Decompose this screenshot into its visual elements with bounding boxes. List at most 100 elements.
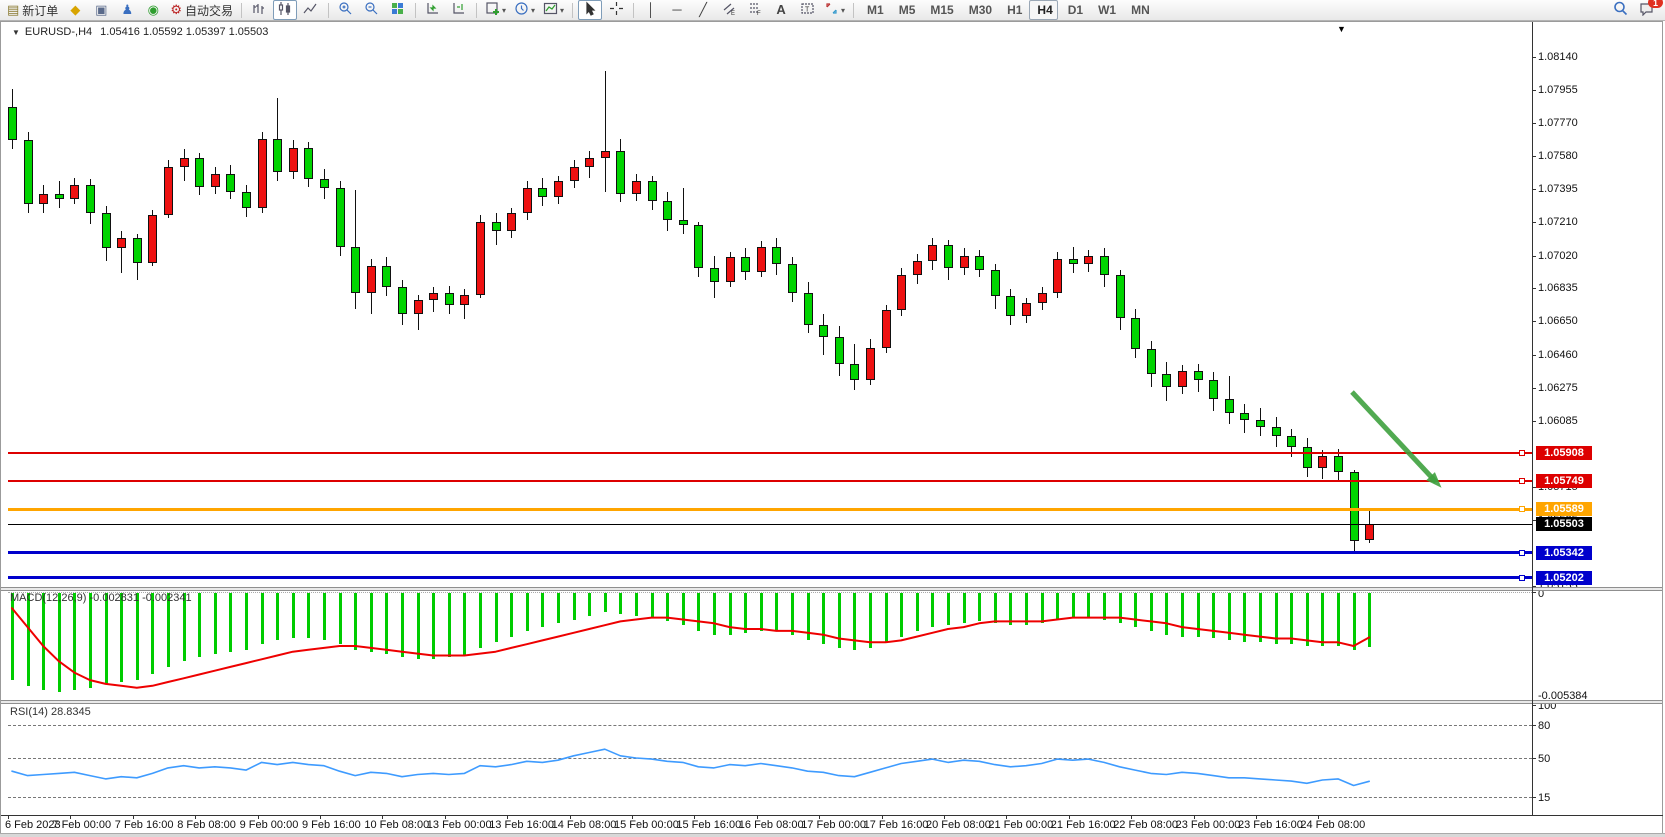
candle — [944, 245, 953, 268]
tf-m15-button[interactable]: M15 — [922, 0, 958, 20]
candle — [460, 295, 469, 306]
new-order-button[interactable]: ▤新订单 — [4, 0, 61, 20]
macd-histogram-bar — [1337, 593, 1340, 646]
tf-h4-button[interactable]: H4 — [1029, 0, 1057, 20]
window-icon: ▣ — [95, 3, 107, 17]
line-chart-button[interactable] — [299, 0, 323, 20]
search-button[interactable] — [1608, 0, 1632, 20]
time-axis-label: 8 Feb 08:00 — [177, 819, 236, 831]
cursor-button[interactable] — [578, 0, 602, 20]
text-button[interactable]: A — [769, 0, 793, 20]
candle-wick — [683, 188, 684, 234]
crosshair-button[interactable] — [604, 0, 628, 20]
candle — [1100, 256, 1109, 275]
tile-windows-button[interactable] — [386, 0, 410, 20]
macd-histogram-bar — [1228, 593, 1231, 640]
chart-ohlc-values: 1.05416 1.05592 1.05397 1.05503 — [100, 26, 268, 38]
tf-m1-button[interactable]: M1 — [859, 0, 889, 20]
notifications-button[interactable]: 1 — [1634, 0, 1658, 20]
macd-histogram-bar — [448, 593, 451, 657]
macd-histogram-bar — [354, 593, 357, 650]
price-line-anchor[interactable] — [1519, 550, 1525, 556]
trendline-icon: ╱ — [699, 3, 707, 17]
candle — [320, 179, 329, 188]
price-line-badge: 1.05908 — [1536, 446, 1592, 460]
price-line-anchor[interactable] — [1519, 450, 1525, 456]
data-window-button[interactable]: ▣ — [89, 0, 113, 20]
auto-scroll-button[interactable] — [421, 0, 445, 20]
macd-histogram-bar — [417, 593, 420, 659]
terminal-button[interactable]: ◉ — [141, 0, 165, 20]
crosshair-icon — [609, 1, 624, 19]
toolbar: ▤新订单◆▣♟◉⚙自动交易▾▾▾│─╱EFAT▾M1M5M15M30H1H4D1… — [0, 0, 1665, 21]
fibonacci-button[interactable]: F — [743, 0, 767, 20]
chart-shift-marker-icon[interactable]: ▼ — [1337, 24, 1346, 34]
tf-w1-button[interactable]: W1 — [1090, 0, 1121, 20]
equidistant-channel-button[interactable]: E — [717, 0, 741, 20]
candlestick-chart-button[interactable] — [273, 0, 297, 20]
tf-m30-button[interactable]: M30 — [961, 0, 997, 20]
template-button[interactable]: ▾ — [540, 0, 567, 20]
period-menu-button[interactable]: ▾ — [511, 0, 538, 20]
candle — [117, 238, 126, 249]
tf-d1-button[interactable]: D1 — [1060, 0, 1088, 20]
new-chart-button[interactable]: ▾ — [482, 0, 509, 20]
time-axis-label: 24 Feb 08:00 — [1300, 819, 1365, 831]
chart-window[interactable] — [0, 21, 1663, 835]
price-line[interactable] — [8, 508, 1533, 511]
macd-histogram-bar — [1165, 593, 1168, 635]
price-line-anchor[interactable] — [1519, 575, 1525, 581]
person-icon: ♟ — [121, 3, 133, 17]
chart-collapse-icon[interactable]: ▼ — [12, 28, 20, 37]
pane-separator-main-macd[interactable] — [1, 587, 1662, 591]
candle — [1194, 371, 1203, 380]
zoom-in-button[interactable] — [334, 0, 358, 20]
price-line-anchor[interactable] — [1519, 478, 1525, 484]
price-line-anchor[interactable] — [1519, 506, 1525, 512]
trendline-button[interactable]: ╱ — [691, 0, 715, 20]
tf-m5-button[interactable]: M5 — [891, 0, 921, 20]
auto-trading-button[interactable]: ⚙自动交易 — [167, 0, 236, 20]
candle — [1131, 318, 1140, 350]
macd-histogram-bar — [292, 593, 295, 638]
candle — [211, 174, 220, 186]
tf-m30-button-label: M30 — [969, 3, 992, 17]
tf-h1-button[interactable]: H1 — [999, 0, 1027, 20]
candle — [304, 148, 313, 180]
price-line[interactable] — [8, 452, 1533, 454]
chevron-down-icon: ▾ — [502, 6, 506, 15]
price-line[interactable] — [8, 524, 1533, 525]
vertical-line-button[interactable]: │ — [639, 0, 663, 20]
macd-histogram-bar — [1212, 593, 1215, 638]
time-axis-label: 22 Feb 08:00 — [1113, 819, 1178, 831]
candle — [242, 192, 251, 208]
text-label-button[interactable]: T — [795, 0, 819, 20]
candle — [1038, 293, 1047, 304]
market-watch-button[interactable]: ◆ — [63, 0, 87, 20]
time-axis-label: 21 Feb 16:00 — [1051, 819, 1116, 831]
macd-histogram-bar — [807, 593, 810, 640]
time-axis-label: 23 Feb 00:00 — [1176, 819, 1241, 831]
bar-chart-button[interactable] — [247, 0, 271, 20]
price-axis-label: 1.06650 — [1538, 315, 1578, 327]
chart-shift-button[interactable] — [447, 0, 471, 20]
price-line[interactable] — [8, 480, 1533, 482]
macd-histogram-bar — [276, 593, 279, 640]
macd-histogram-bar — [666, 593, 669, 621]
macd-histogram-bar — [604, 593, 607, 612]
macd-histogram-bar — [1009, 593, 1012, 625]
macd-histogram-bar — [1072, 593, 1075, 618]
zoom-out-button[interactable] — [360, 0, 384, 20]
macd-histogram-bar — [401, 593, 404, 657]
macd-histogram-bar — [1150, 593, 1153, 631]
candle — [1303, 447, 1312, 468]
horizontal-line-button[interactable]: ─ — [665, 0, 689, 20]
candle — [398, 287, 407, 314]
price-line[interactable] — [8, 576, 1533, 579]
pane-separator-macd-rsi[interactable] — [1, 700, 1662, 704]
navigator-button[interactable]: ♟ — [115, 0, 139, 20]
candle — [1022, 303, 1031, 315]
tf-mn-button[interactable]: MN — [1123, 0, 1155, 20]
price-line[interactable] — [8, 551, 1533, 554]
arrows-button[interactable]: ▾ — [821, 0, 848, 20]
